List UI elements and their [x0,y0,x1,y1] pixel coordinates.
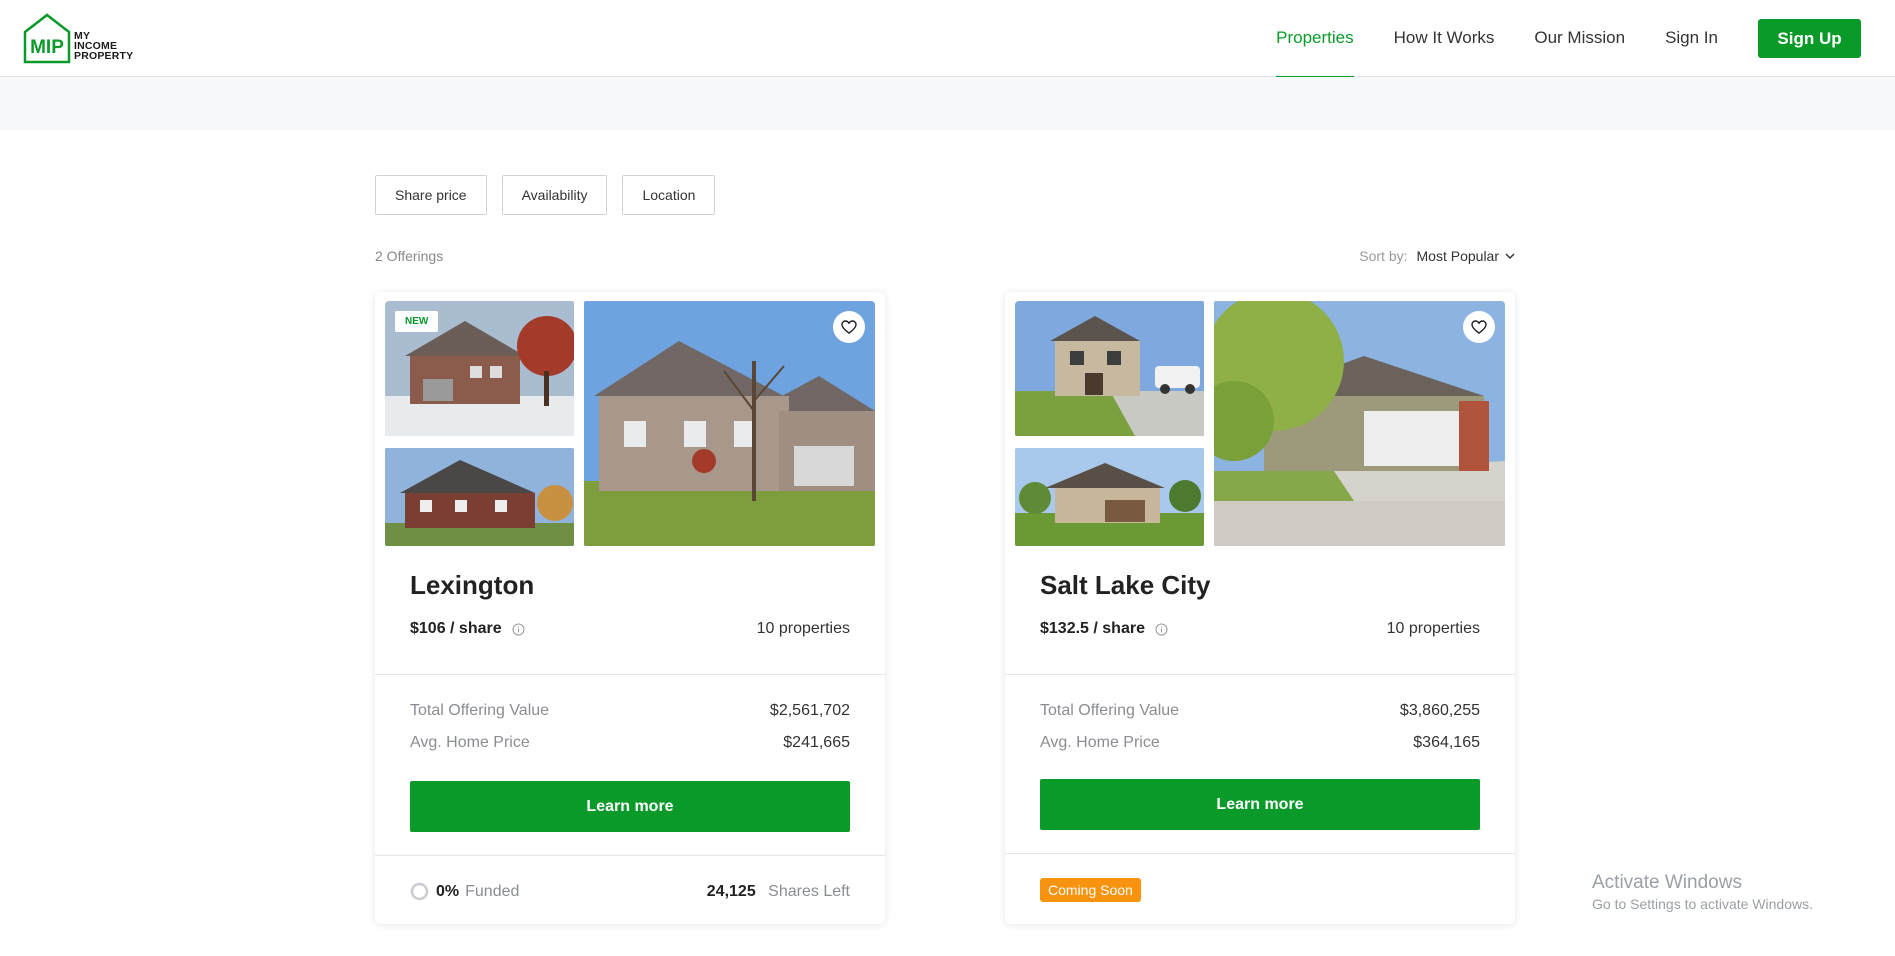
filter-location[interactable]: Location [622,175,716,215]
stat-value: $241,665 [783,734,850,751]
share-price-value: $106 / share [410,620,502,637]
header-band [0,77,1895,130]
total-offering-value-row: Total Offering Value $2,561,702 [410,702,850,720]
divider [375,674,885,675]
stat-label: Total Offering Value [1040,702,1180,719]
activation-subtitle: Go to Settings to activate Windows. [1592,896,1813,912]
photo-gallery[interactable] [1015,301,1505,546]
price-row: $132.5 / share 10 properties [1040,620,1480,638]
chevron-down-icon[interactable] [1505,252,1515,260]
filter-availability[interactable]: Availability [501,175,608,215]
stat-value: $2,561,702 [769,702,850,719]
learn-more-button[interactable]: Learn more [410,781,850,832]
properties-count: 10 properties [756,620,850,637]
nav-our-mission[interactable]: Our Mission [1534,0,1625,77]
stat-label: Avg. Home Price [1040,734,1160,751]
funded-status: 0% Funded [410,882,519,901]
info-icon[interactable] [1155,623,1168,636]
sign-up-button[interactable]: Sign Up [1758,19,1861,58]
total-offering-value-row: Total Offering Value $3,860,255 [1040,702,1480,720]
nav-properties[interactable]: Properties [1276,0,1355,78]
offering-card-lexington: NEW Lexington $106 / share 10 properties… [375,292,885,924]
house-photo-main[interactable] [584,301,875,546]
properties-count: 10 properties [1386,620,1480,637]
photo-gallery[interactable]: NEW [385,301,875,546]
favorite-heart-icon[interactable] [1463,311,1495,343]
main-nav: Properties How It Works Our Mission Sign… [1236,0,1861,78]
funding-row: 0% Funded 24,125 Shares Left [410,882,850,901]
stat-value: $3,860,255 [1399,702,1480,719]
sort-label: Sort by: [1359,248,1408,264]
logo-line-3: PROPERTY [74,50,134,62]
divider [375,855,885,856]
house-photo-1[interactable]: NEW [385,301,574,436]
offering-city[interactable]: Lexington [410,570,534,601]
share-price: $106 / share [410,620,525,638]
new-badge: NEW [395,311,439,332]
price-row: $106 / share 10 properties [410,620,850,638]
divider [1005,674,1515,675]
site-header: MIP MY INCOME PROPERTY Properties How It… [0,0,1895,78]
progress-ring-icon [410,882,429,901]
house-photo-1[interactable] [1015,301,1204,436]
favorite-heart-icon[interactable] [833,311,865,343]
stat-label: Avg. Home Price [410,734,530,751]
logo[interactable]: MIP MY INCOME PROPERTY [22,12,133,64]
house-photo-main[interactable] [1214,301,1505,546]
logo-house-icon: MIP [23,13,71,64]
shares-left-value: 24,125 [706,882,756,900]
nav-how-it-works[interactable]: How It Works [1394,0,1495,77]
sort-control[interactable]: Sort by: Most Popular [1359,248,1515,264]
stat-value: $364,165 [1413,734,1480,751]
logo-mark: MIP [30,37,64,58]
stat-label: Total Offering Value [410,702,550,719]
shares-left-label: Shares Left [768,882,850,900]
share-price: $132.5 / share [1040,620,1168,638]
house-photo-2[interactable] [385,448,574,546]
avg-home-price-row: Avg. Home Price $364,165 [1040,734,1480,752]
filter-share-price[interactable]: Share price [375,175,487,215]
learn-more-button[interactable]: Learn more [1040,779,1480,830]
sort-value[interactable]: Most Popular [1417,248,1499,264]
nav-sign-in[interactable]: Sign In [1665,0,1718,77]
divider [1005,853,1515,854]
offering-city[interactable]: Salt Lake City [1040,570,1211,601]
avg-home-price-row: Avg. Home Price $241,665 [410,734,850,752]
shares-left: 24,125 Shares Left [707,883,850,901]
funded-label: Funded [465,882,520,900]
house-photo-2[interactable] [1015,448,1204,546]
filter-bar: Share price Availability Location [375,175,730,215]
info-icon[interactable] [512,623,525,636]
logo-wordmark: MY INCOME PROPERTY [74,31,134,62]
offerings-count: 2 Offerings [375,248,444,264]
windows-activation-watermark: Activate Windows Go to Settings to activ… [1592,872,1813,912]
funded-percent: 0% [436,882,460,900]
offering-card-salt-lake-city: Salt Lake City $132.5 / share 10 propert… [1005,292,1515,924]
coming-soon-badge: Coming Soon [1040,878,1141,902]
share-price-value: $132.5 / share [1040,620,1145,637]
activation-title: Activate Windows [1592,872,1742,893]
